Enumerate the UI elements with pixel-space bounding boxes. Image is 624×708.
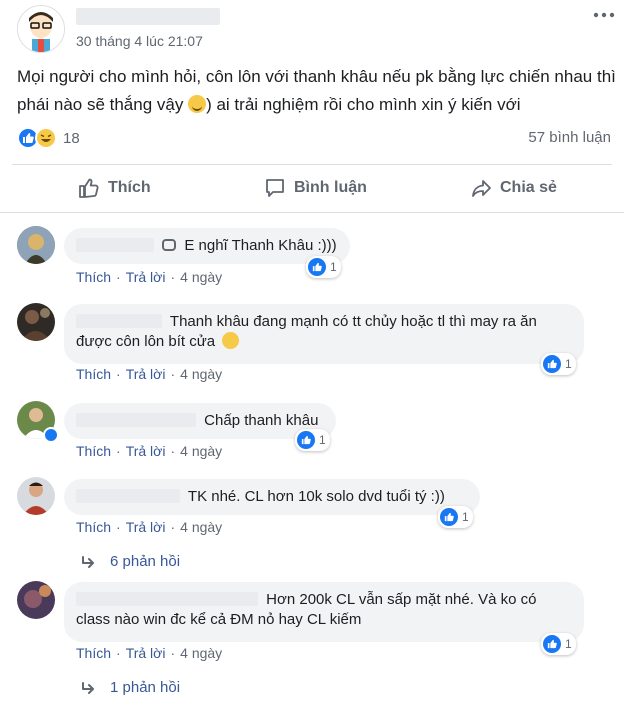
like-reaction-icon xyxy=(297,431,315,449)
comment-time[interactable]: 4 ngày xyxy=(180,269,222,285)
comment-bubble: E nghĩ Thanh Khâu :))) xyxy=(64,228,350,264)
reply-arrow-icon xyxy=(82,681,94,694)
comment-reactions[interactable]: 1 xyxy=(295,429,330,451)
comment-bubble: Thanh khâu đang mạnh có tt chủy hoặc tl … xyxy=(64,304,584,364)
comment-text: E nghĩ Thanh Khâu :))) xyxy=(184,237,337,254)
comment-text-line2: class nào win đc kể cả ĐM nỏ hay CL kiếm xyxy=(76,611,362,628)
separator: · xyxy=(116,443,121,459)
comment-like-link[interactable]: Thích xyxy=(76,519,111,535)
comment-like-link[interactable]: Thích xyxy=(76,269,111,285)
more-options-icon[interactable] xyxy=(592,8,618,20)
comment-reactions[interactable]: 1 xyxy=(541,633,576,655)
author-name-redacted[interactable] xyxy=(76,8,220,25)
reaction-count: 1 xyxy=(330,260,337,274)
comment-reactions[interactable]: 1 xyxy=(306,256,341,278)
share-button-label: Chia sẻ xyxy=(500,179,557,196)
commenter-name-redacted[interactable] xyxy=(76,592,258,606)
separator: · xyxy=(116,269,121,285)
comment-like-link[interactable]: Thích xyxy=(76,443,111,459)
separator: · xyxy=(116,645,121,661)
post-timestamp[interactable]: 30 tháng 4 lúc 21:07 xyxy=(76,33,203,49)
separator: · xyxy=(170,443,176,459)
comment-icon xyxy=(266,179,284,197)
like-reaction-icon xyxy=(308,258,326,276)
like-reaction-icon xyxy=(440,508,458,526)
reaction-count: 1 xyxy=(462,510,469,524)
comment-reply-link[interactable]: Trả lời xyxy=(126,519,166,535)
commenter-avatar[interactable] xyxy=(17,226,55,264)
replies-count: 1 phản hồi xyxy=(110,679,181,696)
separator: · xyxy=(116,519,121,535)
replies-count: 6 phản hồi xyxy=(110,553,181,570)
commenter-name-redacted[interactable] xyxy=(76,238,154,252)
laughing-emoji-icon xyxy=(222,332,240,349)
comment-reply-link[interactable]: Trả lời xyxy=(126,269,166,285)
reaction-count: 18 xyxy=(63,129,80,147)
comment-time[interactable]: 4 ngày xyxy=(180,366,222,382)
haha-reaction-icon xyxy=(35,127,57,149)
view-replies-link[interactable]: 6 phản hồi xyxy=(82,553,180,570)
comment-time[interactable]: 4 ngày xyxy=(180,645,222,661)
divider-bottom xyxy=(0,212,624,213)
like-reaction-icon xyxy=(543,635,561,653)
comment-text-line2: được côn lôn bít cửa xyxy=(76,333,216,350)
comment-actions: Thích · Trả lời · 4 ngày xyxy=(76,645,222,661)
commenter-avatar[interactable] xyxy=(17,477,55,515)
commenter-name-redacted[interactable] xyxy=(76,489,180,503)
reaction-count: 1 xyxy=(319,433,326,447)
comment-reactions[interactable]: 1 xyxy=(438,506,473,528)
commenter-name-redacted[interactable] xyxy=(76,413,196,427)
comment-time[interactable]: 4 ngày xyxy=(180,519,222,535)
comment-reply-link[interactable]: Trả lời xyxy=(126,366,166,382)
comment-reply-link[interactable]: Trả lời xyxy=(126,645,166,661)
comment-actions: Thích · Trả lời · 4 ngày xyxy=(76,519,222,535)
like-button[interactable]: Thích xyxy=(78,176,151,200)
commenter-name-redacted[interactable] xyxy=(76,314,162,328)
reaction-count: 1 xyxy=(565,357,572,371)
messenger-icon xyxy=(162,239,177,251)
comment-reactions[interactable]: 1 xyxy=(541,353,576,375)
separator: · xyxy=(116,366,121,382)
share-button[interactable]: Chia sẻ xyxy=(470,176,557,200)
comment-actions: Thích · Trả lời · 4 ngày xyxy=(76,366,222,382)
comment-actions: Thích · Trả lời · 4 ngày xyxy=(76,269,222,285)
comment-actions: Thích · Trả lời · 4 ngày xyxy=(76,443,222,459)
divider-top xyxy=(12,164,612,165)
reaction-summary[interactable]: 18 xyxy=(17,127,80,149)
separator: · xyxy=(170,269,176,285)
comment-bubble: TK nhé. CL hơn 10k solo dvd tuổi tý :)) xyxy=(64,479,480,515)
author-avatar[interactable] xyxy=(17,5,65,53)
comment-reply-link[interactable]: Trả lời xyxy=(126,443,166,459)
share-icon xyxy=(472,180,491,197)
comment-like-link[interactable]: Thích xyxy=(76,366,111,382)
like-reaction-icon xyxy=(543,355,561,373)
commenter-avatar[interactable] xyxy=(17,581,55,619)
comment-count[interactable]: 57 bình luận xyxy=(528,129,611,146)
separator: · xyxy=(170,645,176,661)
comment-time[interactable]: 4 ngày xyxy=(180,443,222,459)
post-text-end: ) ai trải nghiệm rồi cho mình xin ý kiến… xyxy=(206,95,521,114)
smile-emoji-icon xyxy=(188,95,207,113)
comment-like-link[interactable]: Thích xyxy=(76,645,111,661)
separator: · xyxy=(170,519,176,535)
comment-text: Chấp thanh khâu xyxy=(204,412,319,429)
thumbs-up-icon xyxy=(79,178,99,198)
comment-text-line1: Hơn 200k CL vẫn sấp mặt nhé. Và ko có xyxy=(266,591,537,608)
reply-arrow-icon xyxy=(82,555,94,568)
comment-text-line1: Thanh khâu đang mạnh có tt chủy hoặc tl … xyxy=(169,313,537,330)
commenter-avatar[interactable] xyxy=(17,303,55,341)
comment-button[interactable]: Bình luận xyxy=(264,176,367,200)
comment-bubble: Hơn 200k CL vẫn sấp mặt nhé. Và ko có cl… xyxy=(64,582,584,642)
comment-button-label: Bình luận xyxy=(294,179,367,196)
verified-badge-icon xyxy=(43,427,59,443)
reaction-count: 1 xyxy=(565,637,572,651)
separator: · xyxy=(170,366,176,382)
like-button-label: Thích xyxy=(108,179,151,196)
post-body: Mọi người cho mình hỏi, côn lôn với than… xyxy=(17,63,617,119)
view-replies-link[interactable]: 1 phản hồi xyxy=(82,679,180,696)
comment-text: TK nhé. CL hơn 10k solo dvd tuổi tý :)) xyxy=(187,488,445,505)
